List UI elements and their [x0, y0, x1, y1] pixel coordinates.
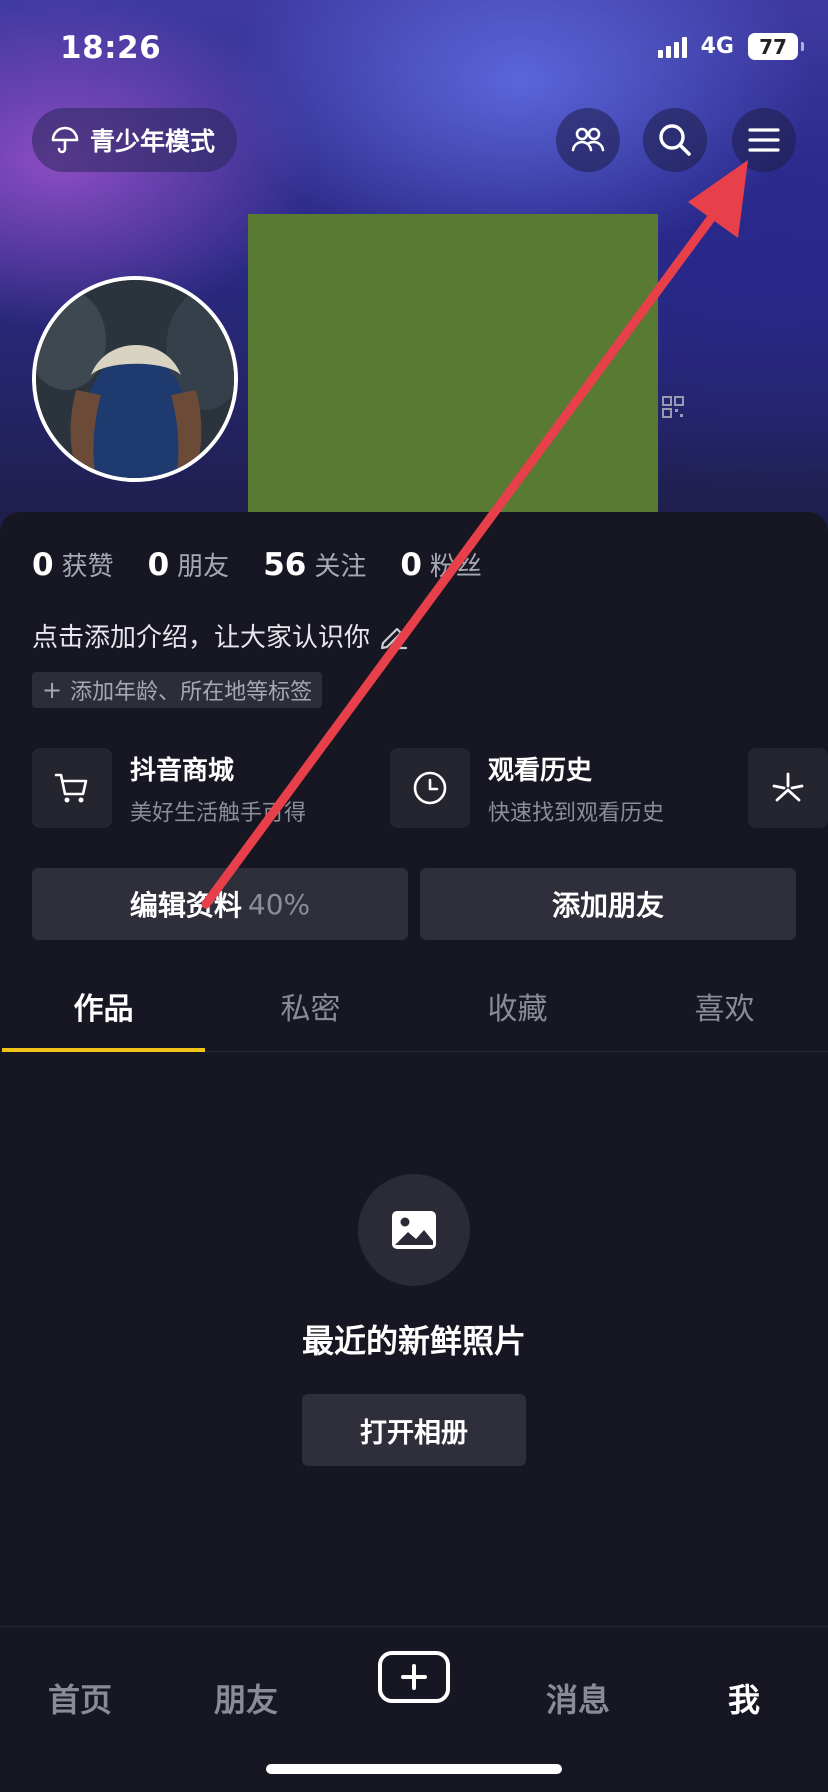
menu-icon [748, 128, 780, 152]
signal-icon [657, 36, 687, 58]
cart-icon [54, 773, 88, 803]
umbrella-icon [51, 126, 79, 154]
edit-pencil-icon [380, 627, 408, 649]
edit-profile-button[interactable]: 编辑资料 40% [32, 868, 408, 940]
home-indicator [266, 1764, 562, 1774]
friends-button[interactable] [556, 108, 620, 172]
bio-text: 点击添加介绍，让大家认识你 [32, 623, 371, 653]
stat-following[interactable]: 56 关注 [263, 546, 366, 583]
plus-icon: + [42, 676, 63, 704]
tab-private[interactable]: 私密 [207, 960, 414, 1051]
profile-completion-percent: 40% [247, 887, 311, 921]
status-indicators: 4G 77 [657, 33, 804, 60]
service-douyin-mall[interactable]: 抖音商城 美好生活触手可得 [32, 748, 306, 828]
stat-label: 获赞 [61, 552, 114, 582]
stat-value: 0 [32, 547, 54, 583]
clock-icon [413, 771, 447, 805]
redacted-username-area [248, 214, 658, 526]
avatar[interactable] [32, 276, 238, 482]
sparkle-icon [772, 772, 804, 802]
stat-label: 粉丝 [429, 552, 482, 582]
battery-level: 77 [759, 34, 787, 59]
tab-likes[interactable]: 喜欢 [621, 960, 828, 1051]
add-friend-label: 添加朋友 [551, 889, 664, 922]
stat-value: 0 [147, 547, 170, 583]
status-time: 18:26 [60, 30, 162, 66]
nav-home[interactable]: 首页 [48, 1675, 112, 1721]
friends-icon [571, 127, 605, 152]
qr-code-icon[interactable] [662, 396, 684, 418]
bio-placeholder[interactable]: 点击添加介绍，让大家认识你 [32, 617, 408, 654]
add-tags-chip[interactable]: + 添加年龄、所在地等标签 [32, 672, 323, 708]
stat-label: 朋友 [177, 552, 230, 582]
service-subtitle: 快速找到观看历史 [488, 800, 665, 826]
plus-icon [401, 1664, 427, 1690]
empty-state-title: 最近的新鲜照片 [301, 1322, 526, 1360]
open-album-button[interactable]: 打开相册 [302, 1394, 526, 1466]
search-icon [659, 124, 691, 156]
service-title: 观看历史 [488, 755, 593, 786]
stat-friends[interactable]: 0 朋友 [148, 546, 230, 583]
stat-followers[interactable]: 0 粉丝 [400, 546, 482, 583]
tab-works[interactable]: 作品 [0, 960, 207, 1052]
nav-messages[interactable]: 消息 [546, 1675, 610, 1721]
add-friend-button[interactable]: 添加朋友 [420, 868, 796, 940]
nav-friends[interactable]: 朋友 [214, 1675, 278, 1721]
tag-chip-label: 添加年龄、所在地等标签 [70, 680, 313, 705]
profile-tabs: 作品 私密 收藏 喜欢 [0, 960, 828, 1052]
stat-value: 0 [400, 547, 422, 583]
network-type: 4G [700, 34, 734, 59]
edit-profile-label: 编辑资料 [129, 889, 242, 922]
create-post-button[interactable] [378, 1651, 450, 1703]
empty-state-icon-circle [358, 1174, 470, 1286]
menu-button[interactable] [732, 108, 796, 172]
avatar-photo [36, 280, 234, 478]
image-icon [392, 1211, 436, 1249]
nav-me[interactable]: 我 [728, 1675, 760, 1721]
teen-mode-button[interactable]: 青少年模式 [32, 108, 238, 172]
tab-favorites[interactable]: 收藏 [414, 960, 621, 1051]
stat-likes[interactable]: 0 获赞 [32, 546, 114, 583]
stat-label: 关注 [314, 552, 367, 582]
service-more-partial[interactable] [748, 748, 828, 828]
search-button[interactable] [643, 108, 707, 172]
service-icon-box [32, 748, 112, 828]
service-title: 抖音商城 [130, 755, 235, 786]
service-subtitle: 美好生活触手可得 [130, 800, 307, 826]
service-icon-box [390, 748, 470, 828]
teen-mode-label: 青少年模式 [90, 127, 216, 156]
stat-value: 56 [263, 547, 307, 583]
battery-icon: 77 [748, 33, 804, 60]
profile-stats: 0 获赞 0 朋友 56 关注 0 粉丝 [32, 546, 482, 583]
service-watch-history[interactable]: 观看历史 快速找到观看历史 [390, 748, 664, 828]
